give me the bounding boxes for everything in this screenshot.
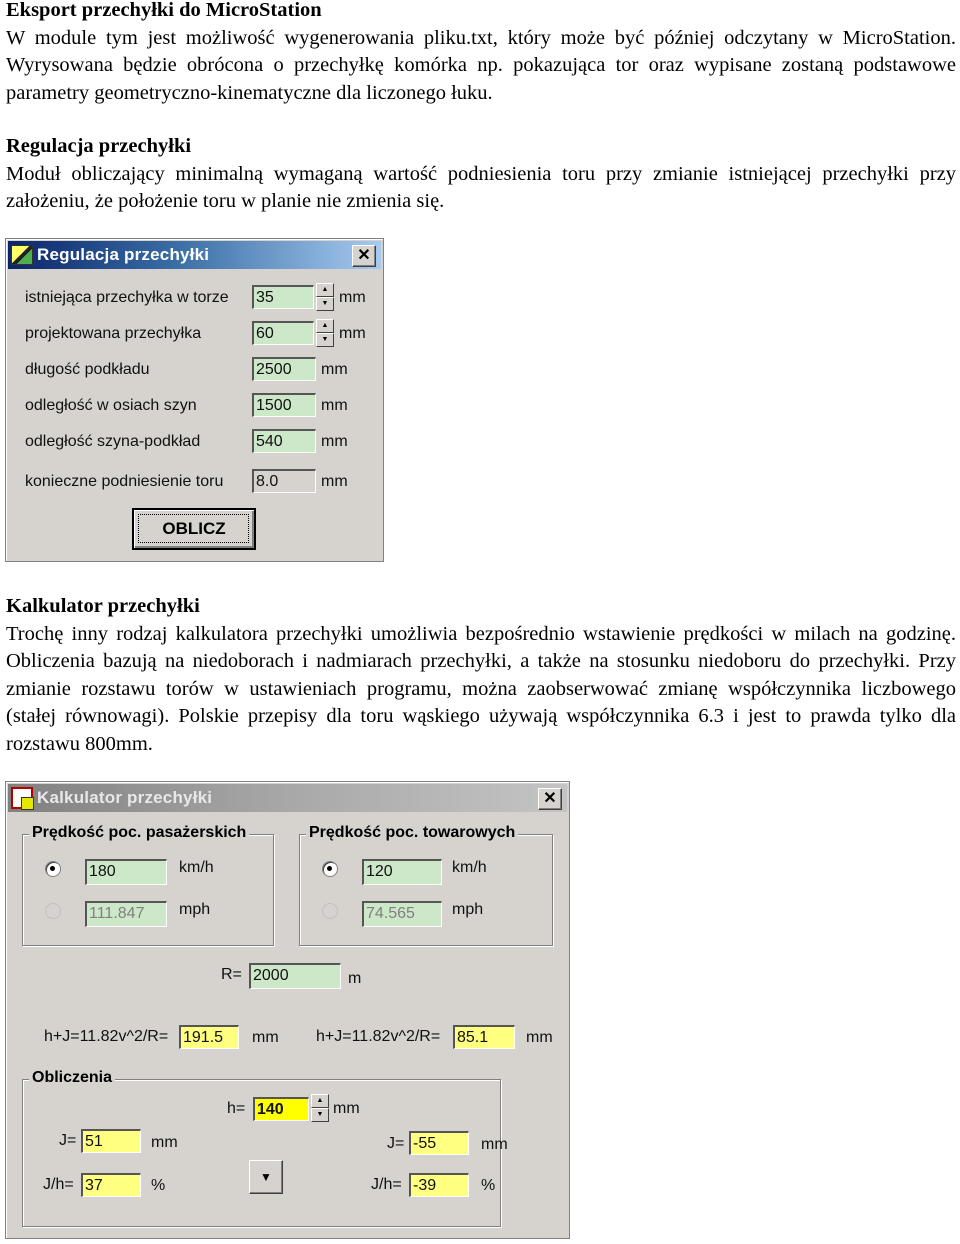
required-lift-output: 8.0 (252, 469, 316, 493)
j-left-label: J= (59, 1132, 77, 1149)
j-right-label: J= (387, 1135, 405, 1152)
h-spinner[interactable]: ▲ ▼ (311, 1094, 329, 1122)
unit-label: mm (151, 1134, 178, 1151)
regulacja-dialog: Regulacja przechyłki ✕ istniejąca przech… (5, 238, 384, 562)
passenger-kmh-input[interactable]: 180 (85, 859, 167, 885)
formula-right-label: h+J=11.82v^2/R= (316, 1028, 441, 1045)
jh-left-label: J/h= (43, 1176, 74, 1193)
calculate-button[interactable]: OBLICZ (132, 508, 256, 550)
rail-sleeper-distance-label: odległość szyna-podkład (25, 433, 201, 450)
dialog-titlebar[interactable]: Kalkulator przechyłki ✕ (8, 784, 567, 812)
unit-label: mm (339, 289, 366, 306)
designed-cant-label: projektowana przechyłka (25, 325, 202, 342)
existing-cant-spinner[interactable]: ▲ ▼ (316, 283, 334, 311)
close-button[interactable]: ✕ (538, 788, 562, 810)
sleeper-length-label: długość podkładu (25, 361, 150, 378)
close-button[interactable]: ✕ (352, 245, 376, 267)
close-icon: ✕ (357, 247, 371, 264)
unit-label: km/h (179, 859, 214, 876)
required-lift-label: konieczne podniesienie toru (25, 473, 224, 490)
spin-up-icon[interactable]: ▲ (316, 319, 334, 333)
mph-radio[interactable] (322, 903, 338, 919)
section-heading: Kalkulator przechyłki (6, 595, 200, 617)
mph-radio[interactable] (45, 903, 61, 919)
unit-label: mph (452, 901, 484, 918)
unit-label: % (481, 1177, 496, 1194)
rail-axis-distance-input[interactable]: 1500 (252, 393, 316, 417)
formula-right-output: 85.1 (453, 1025, 515, 1049)
passenger-speed-group: Prędkość poc. pasażerskich 180 km/h 111.… (22, 824, 274, 946)
passenger-mph-input[interactable]: 111.847 (85, 901, 167, 927)
spin-down-icon[interactable]: ▼ (316, 297, 334, 311)
j-left-output: 51 (81, 1129, 141, 1153)
spin-down-icon[interactable]: ▼ (311, 1108, 329, 1122)
section-regulacja: Regulacja przechyłki Moduł obliczający m… (6, 133, 956, 216)
unit-label: mm (321, 473, 348, 490)
unit-label: mm (252, 1029, 279, 1046)
sleeper-length-input[interactable]: 2500 (252, 357, 316, 381)
rail-sleeper-distance-input[interactable]: 540 (252, 429, 316, 453)
freight-speed-group: Prędkość poc. towarowych 120 km/h 74.565… (299, 824, 553, 946)
unit-label: % (151, 1177, 166, 1194)
group-title: Obliczenia (29, 1069, 116, 1087)
unit-label: mph (179, 901, 211, 918)
unit-label: mm (321, 361, 348, 378)
rail-axis-distance-label: odległość w osiach szyn (25, 397, 197, 414)
section-heading: Eksport przechyłki do MicroStation (6, 0, 322, 21)
formula-left-label: h+J=11.82v^2/R= (44, 1028, 169, 1045)
calculations-group: Obliczenia h= 140 ▲ ▼ mm J= 51 mm J/h= 3… (22, 1069, 508, 1227)
unit-label: mm (333, 1100, 360, 1117)
group-title: Prędkość poc. pasażerskich (29, 824, 250, 842)
section-kalkulator: Kalkulator przechyłki Trochę inny rodzaj… (6, 593, 956, 758)
designed-cant-input[interactable]: 60 (252, 321, 314, 345)
jh-right-label: J/h= (371, 1176, 402, 1193)
kmh-radio[interactable] (45, 861, 61, 877)
unit-label: mm (339, 325, 366, 342)
unit-label: mm (481, 1136, 508, 1153)
dialog-title: Kalkulator przechyłki (37, 788, 213, 807)
section-body: W module tym jest możliwość wygenerowani… (6, 26, 956, 104)
formula-left-output: 191.5 (179, 1025, 239, 1049)
app-icon (11, 787, 34, 810)
dialog-titlebar[interactable]: Regulacja przechyłki ✕ (8, 241, 381, 269)
section-body: Trochę inny rodzaj kalkulatora przechyłk… (6, 622, 956, 755)
spin-up-icon[interactable]: ▲ (311, 1094, 329, 1108)
spin-up-icon[interactable]: ▲ (316, 283, 334, 297)
freight-kmh-input[interactable]: 120 (362, 859, 442, 885)
existing-cant-input[interactable]: 35 (252, 285, 314, 309)
unit-label: m (348, 970, 362, 987)
kalkulator-dialog: Kalkulator przechyłki ✕ Prędkość poc. pa… (5, 781, 570, 1239)
dialog-title: Regulacja przechyłki (37, 245, 210, 264)
freight-mph-input[interactable]: 74.565 (362, 901, 442, 927)
section-heading: Regulacja przechyłki (6, 135, 192, 157)
radius-label: R= (221, 966, 242, 983)
section-body: Moduł obliczający minimalną wymaganą war… (6, 162, 956, 213)
spin-down-icon[interactable]: ▼ (316, 333, 334, 347)
jh-left-output: 37 (81, 1173, 141, 1197)
focus-rect (138, 514, 249, 543)
unit-label: km/h (452, 859, 487, 876)
radius-input[interactable]: 2000 (249, 963, 341, 989)
designed-cant-spinner[interactable]: ▲ ▼ (316, 319, 334, 347)
close-icon: ✕ (543, 790, 557, 807)
existing-cant-label: istniejąca przechyłka w torze (25, 289, 229, 306)
unit-label: mm (321, 397, 348, 414)
unit-label: mm (526, 1029, 553, 1046)
h-input[interactable]: 140 (253, 1097, 309, 1121)
kmh-radio[interactable] (322, 861, 338, 877)
h-label: h= (227, 1100, 246, 1117)
j-right-output: -55 (409, 1131, 469, 1155)
chevron-down-icon: ▼ (260, 1170, 272, 1184)
section-eksport: Eksport przechyłki do MicroStation W mod… (6, 0, 956, 107)
unit-label: mm (321, 433, 348, 450)
jh-right-output: -39 (409, 1173, 469, 1197)
group-title: Prędkość poc. towarowych (306, 824, 519, 842)
app-icon (11, 245, 33, 265)
dropdown-button[interactable]: ▼ (249, 1160, 283, 1194)
